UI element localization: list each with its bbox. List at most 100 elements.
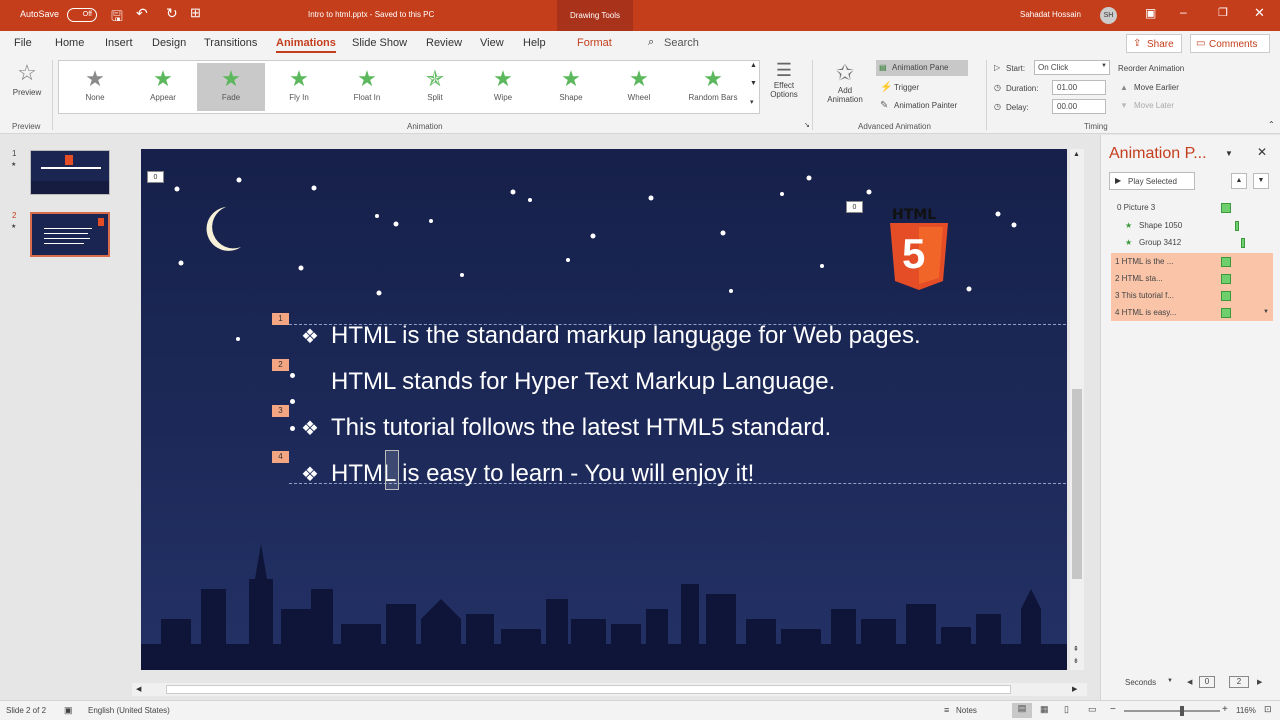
notes-button[interactable]: Notes (956, 706, 977, 715)
anim-wheel[interactable]: ★ Wheel (605, 63, 673, 111)
share-button[interactable]: ⇪ Share (1126, 34, 1182, 53)
zoom-out-icon[interactable]: ◀ (1187, 678, 1192, 686)
anim-split[interactable]: ✯ Split (401, 63, 469, 111)
autosave-toggle[interactable]: Off (67, 8, 97, 22)
pane-options-icon[interactable]: ▼ (1225, 149, 1233, 158)
slideshow-icon[interactable]: ▭ (1088, 704, 1097, 715)
tab-review[interactable]: Review (426, 37, 462, 49)
undo-icon[interactable]: ↶ (136, 5, 148, 22)
resize-handle[interactable] (290, 373, 295, 378)
zoom-level[interactable]: 116% (1236, 706, 1256, 715)
anim-tag[interactable]: 0 (147, 171, 164, 183)
zoom-out-button[interactable]: − (1110, 704, 1116, 715)
chevron-up-icon[interactable]: ▲ (750, 62, 757, 69)
tab-slide-show[interactable]: Slide Show (352, 37, 407, 49)
minimize-icon[interactable]: – (1180, 5, 1187, 19)
anim-order-tag[interactable]: 3 (272, 405, 289, 417)
normal-view-icon[interactable]: ▤ (1012, 703, 1032, 718)
resize-handle[interactable] (290, 426, 295, 431)
tab-design[interactable]: Design (152, 37, 186, 49)
tab-help[interactable]: Help (523, 37, 546, 49)
tab-view[interactable]: View (480, 37, 504, 49)
move-earlier-button[interactable]: ▲ Move Earlier (1120, 82, 1200, 96)
user-name[interactable]: Sahadat Hossain (1020, 10, 1081, 19)
pane-item[interactable]: ★ Shape 1050 (1111, 217, 1273, 234)
add-animation-button[interactable]: ✩ Add Animation (818, 60, 872, 118)
slide-thumbnail-1[interactable] (30, 150, 110, 195)
close-icon[interactable]: ✕ (1254, 5, 1265, 21)
pane-item[interactable]: ★ Group 3412 (1111, 234, 1273, 251)
prev-slide-icon[interactable]: ⇞ (1073, 645, 1079, 653)
zoom-in-icon[interactable]: ▶ (1257, 678, 1262, 686)
anim-fade[interactable]: ★ Fade (197, 63, 265, 111)
anim-order-tag[interactable]: 4 (272, 451, 289, 463)
search-icon[interactable]: ⌕ (648, 36, 654, 49)
move-up-icon[interactable]: ▲ (1231, 173, 1247, 189)
tab-insert[interactable]: Insert (105, 37, 133, 49)
bullet-item[interactable]: ❖ This tutorial follows the latest HTML5 … (301, 414, 831, 442)
chevron-down-icon[interactable]: ▼ (1167, 678, 1173, 684)
timing-bar[interactable] (1235, 221, 1239, 231)
tab-format[interactable]: Format (577, 37, 612, 49)
anim-random-bars[interactable]: ★ Random Bars (673, 63, 753, 111)
vertical-scrollbar[interactable]: ▲ ⇞ ⇟ (1070, 149, 1084, 670)
start-select[interactable]: On Click ▼ (1034, 60, 1110, 75)
bullet-item[interactable]: ❖ HTML is the standard markup language fo… (301, 322, 921, 350)
timing-bar[interactable] (1221, 291, 1231, 301)
slide-thumbnail-2[interactable] (30, 212, 110, 257)
duration-input[interactable]: 01.00 (1052, 80, 1106, 95)
timeline-start[interactable]: 0 (1199, 676, 1215, 688)
anim-float-in[interactable]: ★ Float In (333, 63, 401, 111)
anim-none[interactable]: ★ None (61, 63, 129, 111)
collapse-ribbon-icon[interactable]: ⌃ (1268, 120, 1275, 129)
redo-icon[interactable]: ↻ (166, 5, 178, 22)
effect-options-button[interactable]: ☰ Effect Options (762, 60, 806, 118)
timing-bar[interactable] (1221, 274, 1231, 284)
delay-input[interactable]: 00.00 (1052, 99, 1106, 114)
timing-bar[interactable] (1221, 257, 1231, 267)
spellcheck-icon[interactable]: ▣ (64, 705, 73, 716)
scroll-right-icon[interactable]: ▶ (1072, 685, 1077, 693)
slide-canvas[interactable]: 0 0 HTML 5 1 2 3 4 ❖ HTML is the standard… (141, 149, 1067, 670)
anim-appear[interactable]: ★ Appear (129, 63, 197, 111)
anim-order-tag[interactable]: 2 (272, 359, 289, 371)
scroll-left-icon[interactable]: ◀ (136, 685, 141, 693)
present-icon[interactable]: ⊞ (190, 5, 201, 21)
tab-transitions[interactable]: Transitions (204, 37, 257, 49)
preview-button[interactable]: ☆ Preview (6, 60, 48, 118)
anim-fly-in[interactable]: ★ Fly In (265, 63, 333, 111)
anim-shape[interactable]: ★ Shape (537, 63, 605, 111)
timing-bar[interactable] (1241, 238, 1245, 248)
ribbon-display-icon[interactable]: ▣ (1145, 6, 1156, 20)
comments-button[interactable]: ▭ Comments (1190, 34, 1270, 53)
seconds-label[interactable]: Seconds (1125, 678, 1156, 687)
pane-item[interactable]: 2 HTML sta... (1111, 270, 1273, 287)
horizontal-scrollbar[interactable]: ◀ ▶ (132, 683, 1087, 696)
timing-bar[interactable] (1221, 308, 1231, 318)
timing-bar[interactable] (1221, 203, 1231, 213)
pane-item[interactable]: 3 This tutorial f... (1111, 287, 1273, 304)
move-later-button[interactable]: ▼ Move Later (1120, 100, 1200, 114)
pane-item[interactable]: 4 HTML is easy... ▼ (1111, 304, 1273, 321)
tab-home[interactable]: Home (55, 37, 84, 49)
anim-tag[interactable]: 0 (846, 201, 863, 213)
save-icon[interactable]: 🖫 (111, 6, 123, 30)
pane-item[interactable]: 1 HTML is the ... (1111, 253, 1273, 270)
item-dropdown-icon[interactable]: ▼ (1263, 304, 1269, 321)
scroll-thumb[interactable] (1072, 389, 1082, 579)
tab-animations[interactable]: Animations (276, 37, 336, 53)
move-down-icon[interactable]: ▼ (1253, 173, 1269, 189)
play-selected-button[interactable]: ▶ Play Selected (1109, 172, 1195, 190)
trigger-button[interactable]: ⚡ Trigger (878, 80, 968, 96)
close-pane-icon[interactable]: ✕ (1257, 145, 1267, 159)
zoom-slider-thumb[interactable] (1180, 706, 1184, 716)
animation-pane-button[interactable]: ▤ Animation Pane (876, 60, 968, 76)
bullet-item[interactable]: ❖ HTML is easy to learn - You will enjoy … (301, 460, 754, 488)
pane-item[interactable]: 0 Picture 3 (1111, 199, 1273, 216)
gallery-scroll[interactable]: ▲ ▼ ▾ (748, 60, 760, 114)
zoom-slider[interactable] (1124, 706, 1220, 716)
slide-sorter-icon[interactable]: ▦ (1040, 704, 1049, 715)
resize-handle[interactable] (290, 399, 295, 404)
anim-wipe[interactable]: ★ Wipe (469, 63, 537, 111)
language-label[interactable]: English (United States) (88, 706, 170, 715)
